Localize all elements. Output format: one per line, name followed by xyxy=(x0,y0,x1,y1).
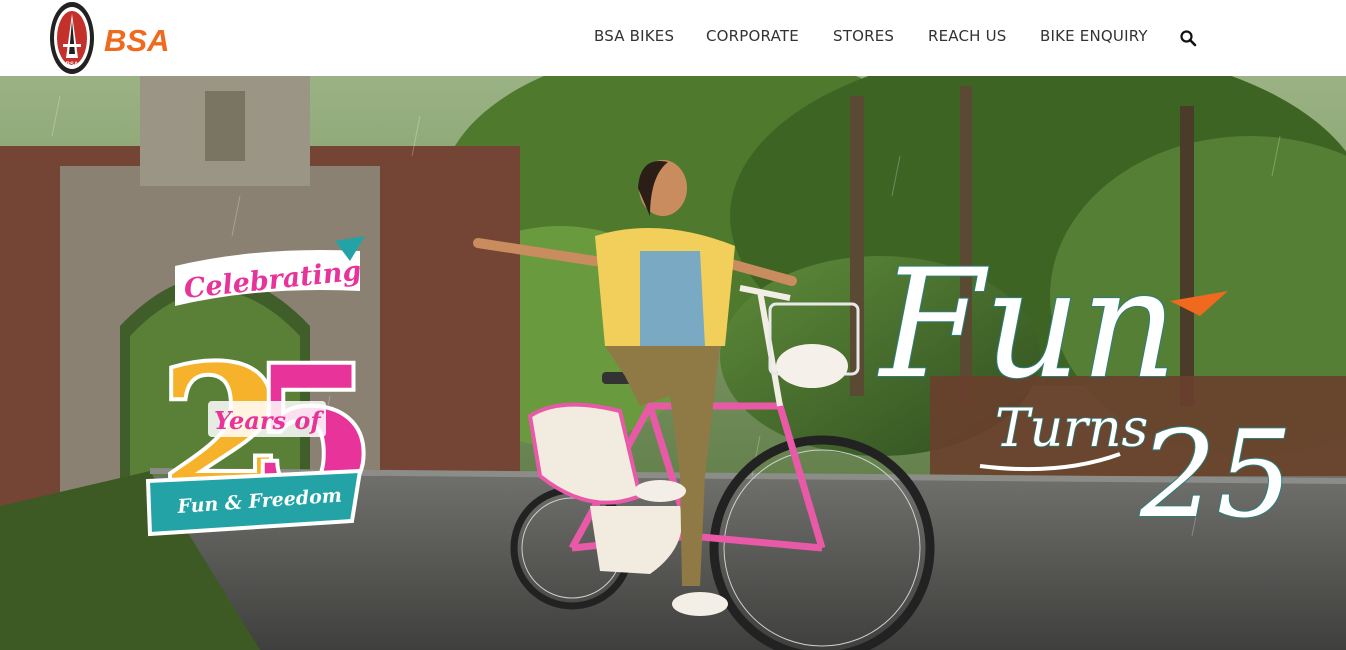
nav-corporate[interactable]: CORPORATE xyxy=(706,27,799,45)
search-icon[interactable] xyxy=(1179,29,1199,49)
badge-years-text: Years of xyxy=(214,406,324,435)
main-nav: BSA BIKES CORPORATE STORES REACH US BIKE… xyxy=(0,27,1346,49)
nav-reach-us[interactable]: REACH US xyxy=(928,27,1007,45)
celebrating-25-badge: Celebrating 2 5 Years of Fun & Freedom xyxy=(145,236,379,543)
hero-banner[interactable]: Celebrating 2 5 Years of Fun & Freedom F… xyxy=(0,76,1346,650)
nav-bike-enquiry[interactable]: BIKE ENQUIRY xyxy=(1040,27,1148,45)
tagline-turns: Turns xyxy=(995,399,1148,459)
tagline-25: 25 xyxy=(1139,406,1293,545)
nav-bsa-bikes[interactable]: BSA BIKES xyxy=(594,27,674,45)
tagline-fun: Fun xyxy=(877,238,1177,412)
site-header: BSA BSA BSA BIKES CORPORATE STORES REACH… xyxy=(0,0,1346,76)
nav-stores[interactable]: STORES xyxy=(833,27,894,45)
svg-text:BSA: BSA xyxy=(66,62,79,68)
